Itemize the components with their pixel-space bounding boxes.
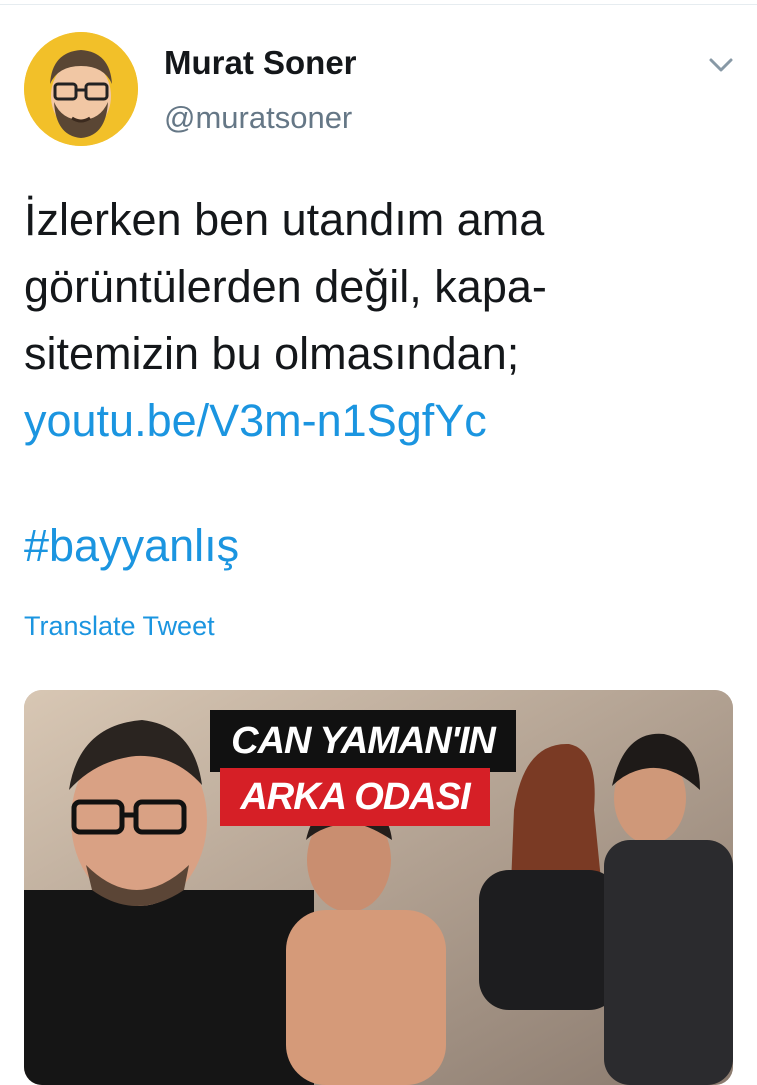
tweet-text-line: sitemizin bu olmasından; [24, 328, 520, 379]
chevron-down-icon[interactable] [706, 50, 736, 80]
avatar-illustration [24, 32, 138, 146]
thumbnail-headline-line2: ARKA ODASI [220, 768, 490, 826]
hashtag-link[interactable]: #bayyanlış [24, 520, 239, 572]
top-divider [0, 4, 757, 5]
tweet-text-line: görüntülerden değil, kapa- [24, 261, 547, 312]
youtube-link[interactable]: youtu.be/V3m-n1SgfYc [24, 387, 724, 454]
avatar[interactable] [24, 32, 138, 146]
thumbnail-headline-line1: CAN YAMAN'IN [210, 710, 516, 772]
author-handle[interactable]: @muratsoner [164, 100, 352, 136]
translate-tweet-link[interactable]: Translate Tweet [24, 611, 215, 642]
tweet-text: İzlerken ben utandım ama görüntülerden d… [24, 186, 724, 454]
author-name[interactable]: Murat Soner [164, 44, 357, 82]
video-thumbnail[interactable]: CAN YAMAN'IN ARKA ODASI [24, 690, 733, 1085]
tweet-text-line: İzlerken ben utandım ama [24, 194, 545, 245]
